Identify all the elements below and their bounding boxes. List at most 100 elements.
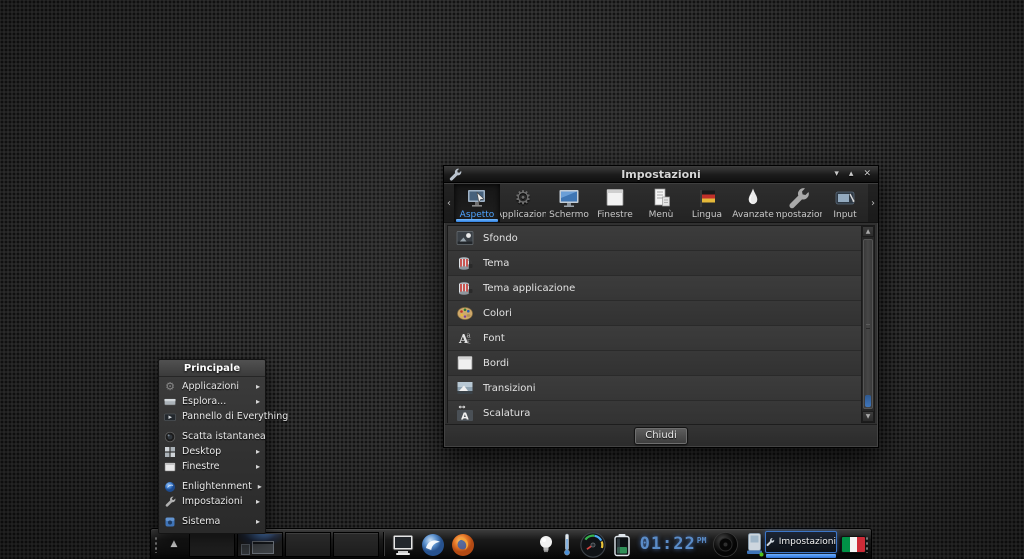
applet-cpufreq[interactable]: [577, 531, 609, 558]
submenu-arrow-icon: ▸: [256, 462, 260, 471]
thunderbird-icon: [420, 532, 446, 558]
pager-desktop-1[interactable]: [189, 532, 235, 557]
colors-icon: [456, 304, 474, 322]
tab-impostazioni[interactable]: Impostazioni: [776, 184, 822, 222]
window-footer: Chiudi: [445, 424, 877, 446]
windows-icon: [603, 187, 627, 209]
close-button[interactable]: ✕: [863, 170, 871, 179]
submenu-arrow-icon: ▸: [256, 447, 260, 456]
enlightenment-icon: [164, 481, 176, 493]
launcher-thunderbird[interactable]: [419, 531, 447, 558]
settings-window: Impostazioni ▾ ▴ ✕ ‹ Aspetto ⚙ Applicazi…: [443, 165, 879, 448]
submenu-arrow-icon: ▸: [256, 497, 260, 506]
applet-device[interactable]: [742, 531, 766, 558]
scaling-icon: A: [456, 404, 474, 422]
shelf-gripper-left[interactable]: [154, 536, 158, 553]
tab-menu[interactable]: Menù: [638, 184, 684, 222]
tab-applicazioni[interactable]: ⚙ Applicazioni: [500, 184, 546, 222]
scrollbar[interactable]: ▲ ▼: [861, 226, 874, 422]
mixer-icon: [712, 531, 739, 558]
menus-icon: [649, 187, 673, 209]
list-item-font[interactable]: AaƐ Font: [448, 326, 861, 351]
menu-item-enlightenment[interactable]: Enlightenment ▸: [159, 479, 265, 494]
settings-list: Sfondo Tema Tema applicazione Colori AaƐ…: [447, 225, 875, 423]
launcher-firefox[interactable]: [449, 531, 477, 558]
pager-desktop-4[interactable]: [333, 532, 379, 557]
tab-input[interactable]: Input: [822, 184, 868, 222]
menu-item-desktop[interactable]: Desktop ▸: [159, 444, 265, 459]
settings-toolbar: ‹ Aspetto ⚙ Applicazioni Schermo: [444, 183, 878, 223]
list-item-bordi[interactable]: Bordi: [448, 351, 861, 376]
submenu-arrow-icon: ▸: [256, 517, 260, 526]
chiudi-button[interactable]: Chiudi: [635, 428, 687, 444]
borders-icon: [456, 354, 474, 372]
wallpaper-icon: [456, 229, 474, 247]
menu-item-finestre[interactable]: Finestre ▸: [159, 459, 265, 474]
explore-icon: [164, 396, 176, 408]
tab-avanzate[interactable]: Avanzate: [730, 184, 776, 222]
screen-icon: [557, 187, 581, 209]
toolbar-scroll-right-button[interactable]: ›: [868, 184, 878, 222]
advanced-icon: [741, 187, 765, 209]
transitions-icon: [456, 379, 474, 397]
applet-temperature[interactable]: [559, 531, 575, 558]
theme-icon: [456, 254, 474, 272]
launcher-file-manager[interactable]: [389, 531, 417, 558]
list-item-colori[interactable]: Colori: [448, 301, 861, 326]
svg-text:Ɛ: Ɛ: [467, 339, 471, 346]
shade-button[interactable]: ▾: [834, 170, 839, 179]
clock[interactable]: 01:22 PM: [635, 532, 711, 557]
language-icon: [695, 187, 719, 209]
submenu-arrow-icon: ▸: [256, 397, 260, 406]
pager-desktop-3[interactable]: [285, 532, 331, 557]
menu-item-scatta-istantanea[interactable]: Scatta istantanea: [159, 429, 265, 444]
clock-meridiem: PM: [697, 536, 707, 545]
scroll-down-button[interactable]: ▼: [862, 411, 874, 422]
toolbar-scroll-left-button[interactable]: ‹: [444, 184, 454, 222]
keyboard-flag-italy-icon[interactable]: [841, 536, 866, 553]
wrench-icon: [449, 168, 462, 181]
menu-item-impostazioni[interactable]: Impostazioni ▸: [159, 494, 265, 509]
scrollbar-thumb[interactable]: [863, 239, 873, 409]
applications-icon: ⚙: [514, 187, 531, 209]
applet-mixer[interactable]: [711, 531, 739, 558]
clock-time: 01:22: [640, 532, 696, 557]
desktop[interactable]: Impostazioni ▾ ▴ ✕ ‹ Aspetto ⚙ Applicazi…: [0, 0, 1024, 559]
tab-lingua[interactable]: Lingua: [684, 184, 730, 222]
application-theme-icon: [456, 279, 474, 297]
scroll-up-button[interactable]: ▲: [862, 226, 874, 237]
pager-mini-window: [241, 544, 250, 555]
tab-schermo[interactable]: Schermo: [546, 184, 592, 222]
submenu-arrow-icon: ▸: [256, 382, 260, 391]
raise-button[interactable]: ▴: [849, 170, 854, 179]
pager-mini-window: [252, 541, 274, 554]
shelf-start-button[interactable]: ▲: [160, 531, 188, 557]
main-menu: Principale ⚙ Applicazioni ▸ Esplora... ▸…: [158, 359, 266, 534]
wrench-icon: [766, 536, 775, 548]
list-item-tema-applicazione[interactable]: Tema applicazione: [448, 276, 861, 301]
system-icon: [164, 516, 176, 528]
list-item-tema[interactable]: Tema: [448, 251, 861, 276]
tab-aspetto[interactable]: Aspetto: [454, 184, 500, 222]
device-indicator-icon: [744, 532, 765, 557]
font-icon: AaƐ: [456, 329, 474, 347]
temperature-icon: [561, 532, 573, 557]
menu-item-sistema[interactable]: Sistema ▸: [159, 514, 265, 529]
applet-battery[interactable]: [609, 531, 635, 558]
titlebar[interactable]: Impostazioni ▾ ▴ ✕: [444, 166, 878, 183]
screenshot-icon: [164, 431, 176, 443]
pager-desktop-2[interactable]: [237, 532, 283, 557]
shelf-gripper-right[interactable]: [865, 536, 869, 553]
list-item-scalatura[interactable]: A Scalatura: [448, 401, 861, 426]
menu-item-pannello-di-everything[interactable]: Pannello di Everything: [159, 409, 265, 424]
applet-backlight[interactable]: [533, 531, 559, 558]
firefox-icon: [450, 532, 476, 558]
list-item-transizioni[interactable]: Transizioni: [448, 376, 861, 401]
menu-item-esplora[interactable]: Esplora... ▸: [159, 394, 265, 409]
shelf-separator: [383, 532, 385, 556]
everything-icon: [164, 411, 176, 423]
tab-finestre[interactable]: Finestre: [592, 184, 638, 222]
list-item-sfondo[interactable]: Sfondo: [448, 226, 861, 251]
menu-item-applicazioni[interactable]: ⚙ Applicazioni ▸: [159, 379, 265, 394]
taskbar-item-impostazioni[interactable]: Impostazioni: [765, 531, 837, 558]
